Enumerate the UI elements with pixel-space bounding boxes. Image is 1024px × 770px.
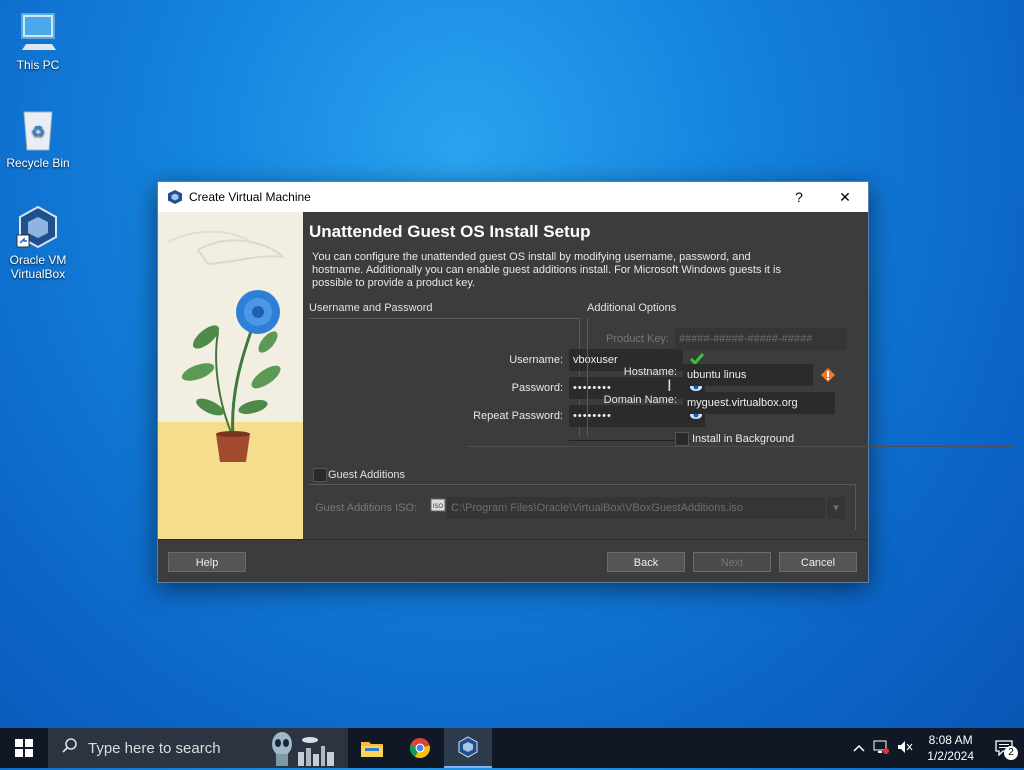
- hostname-field[interactable]: ubuntu linus: [683, 364, 813, 386]
- taskbar-virtualbox[interactable]: [444, 728, 492, 768]
- product-key-field[interactable]: #####-#####-#####-#####: [675, 328, 847, 350]
- search-icon: [62, 738, 78, 758]
- chevron-up-icon[interactable]: [853, 741, 865, 755]
- help-title-button[interactable]: ?: [776, 182, 822, 212]
- guest-additions-checkbox[interactable]: [313, 468, 327, 482]
- desktop-icon-recycle-bin[interactable]: ♻ Recycle Bin: [0, 108, 76, 170]
- create-vm-dialog: Create Virtual Machine ? ✕ Unattended Gu…: [157, 181, 1013, 583]
- taskbar-chrome[interactable]: [396, 728, 444, 768]
- windows-logo-icon: [15, 739, 33, 757]
- wizard-illustration: [158, 212, 303, 540]
- group-divider: [587, 318, 588, 436]
- close-button[interactable]: ✕: [822, 182, 868, 212]
- username-label: Username:: [509, 354, 563, 366]
- install-in-background-checkbox[interactable]: [675, 432, 689, 446]
- group-divider: [855, 484, 856, 530]
- guest-additions-label: Guest Additions: [328, 469, 406, 481]
- domain-name-field[interactable]: myguest.virtualbox.org: [683, 392, 835, 414]
- svg-text:♻: ♻: [31, 122, 45, 141]
- volume-muted-icon[interactable]: [897, 740, 913, 757]
- desktop-icon-label: Oracle VM VirtualBox: [9, 253, 67, 281]
- virtualbox-icon: [458, 736, 478, 758]
- iso-dropdown-arrow[interactable]: ▾: [827, 497, 845, 519]
- password-label: Password:: [511, 382, 563, 394]
- taskbar-search-box[interactable]: Type here to search: [48, 728, 348, 768]
- dialog-titlebar: Create Virtual Machine ? ✕: [158, 182, 868, 212]
- taskbar-file-explorer[interactable]: [348, 728, 396, 768]
- desktop-icon-virtualbox[interactable]: Oracle VM VirtualBox: [0, 205, 76, 281]
- plant-illustration: [167, 230, 286, 462]
- group-divider: [309, 484, 855, 485]
- network-icon[interactable]: [873, 740, 890, 757]
- back-button[interactable]: Back: [607, 552, 685, 572]
- monitor-icon: [16, 10, 60, 54]
- search-placeholder: Type here to search: [88, 739, 221, 757]
- page-title: Unattended Guest OS Install Setup: [309, 222, 591, 241]
- text-cursor-icon: I: [667, 376, 672, 395]
- iso-file-icon: ISO: [430, 497, 446, 516]
- domain-name-label: Domain Name:: [603, 394, 677, 406]
- guest-additions-iso-label: Guest Additions ISO:: [315, 502, 418, 514]
- notification-count-badge: 2: [1004, 746, 1018, 760]
- start-button[interactable]: [0, 728, 48, 768]
- clock-time: 8:08 AM: [928, 733, 973, 747]
- virtualbox-icon: [16, 205, 60, 249]
- system-tray: 8:08 AM 1/2/2024 2: [853, 728, 1024, 768]
- cancel-button[interactable]: Cancel: [779, 552, 857, 572]
- divider-line: [569, 440, 691, 441]
- taskbar: Type here to search 8:08 AM 1/2/2024 2: [0, 728, 1024, 768]
- clock-date: 1/2/2024: [927, 749, 974, 763]
- search-highlight-illustration: [266, 730, 342, 770]
- dialog-footer: Help Back Next Cancel: [158, 539, 868, 582]
- recycle-bin-icon: ♻: [16, 108, 60, 152]
- dialog-title: Create Virtual Machine: [189, 190, 311, 204]
- desktop-icon-label: Recycle Bin: [6, 156, 70, 170]
- folder-icon: [361, 742, 383, 757]
- group-divider: [467, 446, 1013, 447]
- guest-additions-iso-field[interactable]: C:\Program Files\Oracle\VirtualBox\VBoxG…: [447, 497, 825, 519]
- additional-options-group-title: Additional Options: [587, 302, 677, 314]
- hostname-label: Hostname:: [623, 366, 677, 378]
- desktop-icon-this-pc[interactable]: This PC: [0, 10, 76, 72]
- username-password-group-title: Username and Password: [309, 302, 433, 314]
- wizard-page: Unattended Guest OS Install Setup You ca…: [303, 212, 1013, 540]
- group-divider: [309, 318, 579, 319]
- virtualbox-icon: [167, 189, 183, 205]
- warning-icon: [820, 367, 836, 386]
- page-description: You can configure the unattended guest O…: [312, 251, 781, 289]
- desktop-icon-label: This PC: [16, 58, 60, 72]
- svg-text:ISO: ISO: [433, 503, 444, 510]
- repeat-password-label: Repeat Password:: [473, 410, 563, 422]
- notifications-button[interactable]: 2: [984, 728, 1024, 768]
- install-in-background-label: Install in Background: [692, 433, 795, 445]
- taskbar-clock[interactable]: 8:08 AM 1/2/2024: [927, 732, 974, 764]
- product-key-label: Product Key:: [606, 333, 669, 345]
- next-button[interactable]: Next: [693, 552, 771, 572]
- help-button[interactable]: Help: [168, 552, 246, 572]
- chrome-icon: [409, 738, 430, 758]
